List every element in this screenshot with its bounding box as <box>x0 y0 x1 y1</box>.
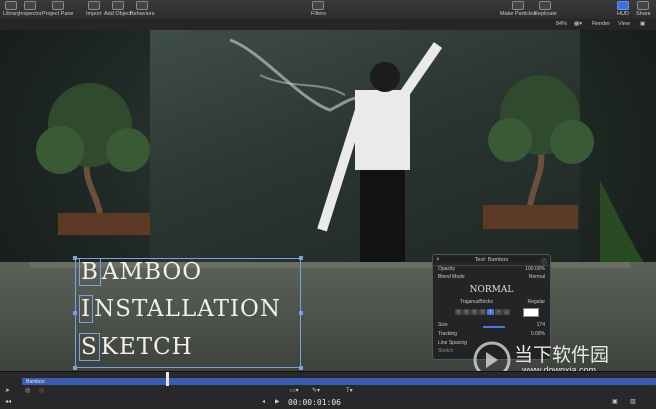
alignment-buttons: ≡ ≡ ≡ ≡ T + ⊥ <box>455 309 511 316</box>
import-icon <box>87 1 100 10</box>
align-left-icon[interactable]: ≡ <box>455 309 462 315</box>
align-top-icon[interactable]: T <box>487 309 494 315</box>
import-button[interactable]: Import <box>86 1 102 17</box>
target-icon[interactable]: ◎ <box>25 387 30 394</box>
size-value[interactable]: 174 <box>537 322 545 328</box>
tracking-value[interactable]: 0.00% <box>531 331 545 337</box>
weight-select[interactable]: Regular <box>527 299 545 305</box>
replicate-button[interactable]: Replicate <box>534 1 557 17</box>
playhead[interactable] <box>166 372 169 386</box>
gear-icon <box>136 1 149 10</box>
hud-title: Text: Bamboo <box>433 255 550 266</box>
layout-icon[interactable]: ▣ <box>640 21 645 27</box>
shape-tool-icon[interactable]: ▭▾ <box>290 387 299 394</box>
view-menu[interactable]: View <box>618 21 630 27</box>
share-button[interactable]: Share <box>636 1 651 17</box>
resize-handle[interactable] <box>299 256 303 260</box>
project-pane-button[interactable]: Project Pane <box>42 1 74 17</box>
pen-tool-icon[interactable]: ✎▾ <box>312 387 320 394</box>
color-channel-icon[interactable]: ▦▾ <box>574 21 582 27</box>
canvas[interactable]: B AMBOO I NSTALLATION S KETCH <box>0 30 656 371</box>
add-object-button[interactable]: Add Object <box>104 1 131 17</box>
close-icon[interactable]: × <box>436 257 440 263</box>
library-button[interactable]: Library <box>3 1 20 17</box>
text-tool-icon[interactable]: T▾ <box>346 387 353 394</box>
color-swatch[interactable] <box>523 308 539 317</box>
resize-handle[interactable] <box>299 311 303 315</box>
inspector-icon[interactable]: ⓘ <box>541 257 547 266</box>
title-line-1[interactable]: B AMBOO <box>79 258 202 286</box>
timeline-clip[interactable]: Bamboo <box>22 378 656 385</box>
share-icon <box>637 1 650 10</box>
watermark-name: 当下软件园 <box>514 344 610 366</box>
timeline: Bamboo ➤ ◎ ◎ ▭▾ ✎▾ T▾ ◂◂ ◂ ▶ 00:00:01:06… <box>0 371 656 409</box>
toolbar: Library Inspector Project Pane Import Ad… <box>0 0 656 20</box>
align-middle-icon[interactable]: + <box>495 309 502 315</box>
blend-mode-select[interactable]: Normal <box>529 274 545 280</box>
text-style-preset[interactable]: NORMAL <box>470 285 514 295</box>
resize-handle[interactable] <box>299 366 303 370</box>
previous-frame-icon[interactable]: ◂ <box>262 398 265 405</box>
play-icon[interactable]: ▶ <box>275 398 280 405</box>
zoom-menu[interactable]: 84% <box>556 21 567 27</box>
size-slider[interactable] <box>483 326 505 328</box>
hud-icon <box>617 1 629 10</box>
filters-icon <box>312 1 325 10</box>
resize-handle[interactable] <box>73 311 77 315</box>
audio-meter-icon[interactable]: ▥ <box>630 398 636 405</box>
sketch-label: Sketch <box>438 348 454 354</box>
inspector-button[interactable]: Inspector <box>19 1 42 17</box>
timeline-toggle-icon[interactable]: ▣ <box>612 398 618 405</box>
make-particles-button[interactable]: Make Particles <box>500 1 536 17</box>
align-right-icon[interactable]: ≡ <box>471 309 478 315</box>
particles-icon <box>512 1 525 10</box>
title-line-2[interactable]: I NSTALLATION <box>79 295 281 323</box>
hud-button[interactable]: HUD <box>617 1 629 17</box>
select-tool-icon[interactable]: ➤ <box>5 387 10 394</box>
behaviors-button[interactable]: Behaviors <box>130 1 154 17</box>
align-bottom-icon[interactable]: ⊥ <box>503 309 510 315</box>
library-icon <box>5 1 18 10</box>
timecode: 00:00:01:06 <box>288 398 341 407</box>
add-object-icon <box>111 1 124 10</box>
render-menu[interactable]: Render <box>592 21 610 27</box>
opacity-value[interactable]: 100.00% <box>525 266 545 272</box>
font-select[interactable]: TrajanusBricks <box>460 299 493 305</box>
resize-handle[interactable] <box>73 256 77 260</box>
project-pane-icon <box>51 1 64 10</box>
filters-button[interactable]: Filters <box>311 1 326 17</box>
replicate-icon <box>539 1 552 10</box>
justify-icon[interactable]: ≡ <box>479 309 486 315</box>
align-center-icon[interactable]: ≡ <box>463 309 470 315</box>
audio-icon[interactable]: ◂◂ <box>5 398 11 405</box>
resize-handle[interactable] <box>73 366 77 370</box>
record-icon[interactable]: ◎ <box>39 387 44 394</box>
title-line-3[interactable]: S KETCH <box>79 333 193 361</box>
inspector-icon <box>24 1 37 10</box>
